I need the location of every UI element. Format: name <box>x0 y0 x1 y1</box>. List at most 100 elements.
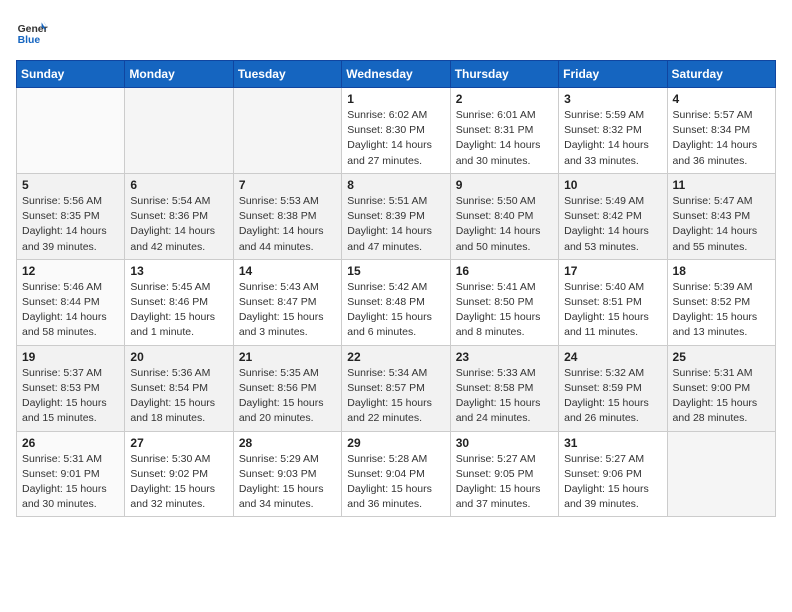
day-number: 15 <box>347 264 444 278</box>
calendar-cell: 25Sunrise: 5:31 AM Sunset: 9:00 PM Dayli… <box>667 345 775 431</box>
weekday-header-thursday: Thursday <box>450 61 558 88</box>
day-info: Sunrise: 5:57 AM Sunset: 8:34 PM Dayligh… <box>673 108 770 169</box>
day-number: 30 <box>456 436 553 450</box>
day-info: Sunrise: 5:39 AM Sunset: 8:52 PM Dayligh… <box>673 280 770 341</box>
day-number: 2 <box>456 92 553 106</box>
weekday-header-friday: Friday <box>559 61 667 88</box>
day-info: Sunrise: 5:37 AM Sunset: 8:53 PM Dayligh… <box>22 366 119 427</box>
day-number: 14 <box>239 264 336 278</box>
calendar-cell: 31 Sunrise: 5:27 AM Sunset: 9:06 PM Dayli… <box>559 431 667 517</box>
calendar-cell: 11 Sunrise: 5:47 AM Sunset: 8:43 PM Dayli… <box>667 173 775 259</box>
day-number: 18 <box>673 264 770 278</box>
calendar-cell: 27 Sunrise: 5:30 AM Sunset: 9:02 PM Dayli… <box>125 431 233 517</box>
day-info: Sunrise: 5:46 AM Sunset: 8:44 PM Dayligh… <box>22 280 119 341</box>
day-info: Sunrise: 6:01 AM Sunset: 8:31 PM Dayligh… <box>456 108 553 169</box>
day-info: Sunrise: 5:30 AM Sunset: 9:02 PM Dayligh… <box>130 452 227 513</box>
calendar-cell: 30 Sunrise: 5:27 AM Sunset: 9:05 PM Dayli… <box>450 431 558 517</box>
logo-icon: General Blue <box>16 16 48 48</box>
day-info: Sunrise: 5:47 AM Sunset: 8:43 PM Dayligh… <box>673 194 770 255</box>
calendar-cell: 8 Sunrise: 5:51 AM Sunset: 8:39 PM Daylig… <box>342 173 450 259</box>
calendar-cell: 2 Sunrise: 6:01 AM Sunset: 8:31 PM Daylig… <box>450 88 558 174</box>
calendar-cell: 1Sunrise: 6:02 AM Sunset: 8:30 PM Daylig… <box>342 88 450 174</box>
day-number: 27 <box>130 436 227 450</box>
weekday-header-monday: Monday <box>125 61 233 88</box>
day-number: 25 <box>673 350 770 364</box>
calendar-cell: 12Sunrise: 5:46 AM Sunset: 8:44 PM Dayli… <box>17 259 125 345</box>
day-number: 4 <box>673 92 770 106</box>
day-info: Sunrise: 5:31 AM Sunset: 9:01 PM Dayligh… <box>22 452 119 513</box>
calendar-cell <box>125 88 233 174</box>
day-number: 28 <box>239 436 336 450</box>
svg-text:Blue: Blue <box>18 35 41 46</box>
day-number: 20 <box>130 350 227 364</box>
day-number: 24 <box>564 350 661 364</box>
day-info: Sunrise: 5:36 AM Sunset: 8:54 PM Dayligh… <box>130 366 227 427</box>
day-number: 16 <box>456 264 553 278</box>
calendar-table: SundayMondayTuesdayWednesdayThursdayFrid… <box>16 60 776 517</box>
calendar-cell: 9 Sunrise: 5:50 AM Sunset: 8:40 PM Daylig… <box>450 173 558 259</box>
calendar-cell: 21 Sunrise: 5:35 AM Sunset: 8:56 PM Dayli… <box>233 345 341 431</box>
day-number: 10 <box>564 178 661 192</box>
logo: General Blue <box>16 16 52 48</box>
calendar-cell: 22 Sunrise: 5:34 AM Sunset: 8:57 PM Dayli… <box>342 345 450 431</box>
calendar-cell: 20 Sunrise: 5:36 AM Sunset: 8:54 PM Dayli… <box>125 345 233 431</box>
calendar-cell: 23Sunrise: 5:33 AM Sunset: 8:58 PM Dayli… <box>450 345 558 431</box>
calendar-cell: 10 Sunrise: 5:49 AM Sunset: 8:42 PM Dayli… <box>559 173 667 259</box>
day-number: 17 <box>564 264 661 278</box>
weekday-header-wednesday: Wednesday <box>342 61 450 88</box>
day-info: Sunrise: 5:53 AM Sunset: 8:38 PM Dayligh… <box>239 194 336 255</box>
day-info: Sunrise: 5:32 AM Sunset: 8:59 PM Dayligh… <box>564 366 661 427</box>
day-info: Sunrise: 5:28 AM Sunset: 9:04 PM Dayligh… <box>347 452 444 513</box>
day-number: 23 <box>456 350 553 364</box>
calendar-cell: 28 Sunrise: 5:29 AM Sunset: 9:03 PM Dayli… <box>233 431 341 517</box>
day-number: 5 <box>22 178 119 192</box>
day-info: Sunrise: 5:27 AM Sunset: 9:05 PM Dayligh… <box>456 452 553 513</box>
day-info: Sunrise: 5:49 AM Sunset: 8:42 PM Dayligh… <box>564 194 661 255</box>
day-number: 7 <box>239 178 336 192</box>
day-number: 29 <box>347 436 444 450</box>
day-number: 21 <box>239 350 336 364</box>
weekday-header-saturday: Saturday <box>667 61 775 88</box>
day-number: 31 <box>564 436 661 450</box>
calendar-cell: 24 Sunrise: 5:32 AM Sunset: 8:59 PM Dayli… <box>559 345 667 431</box>
day-info: Sunrise: 5:35 AM Sunset: 8:56 PM Dayligh… <box>239 366 336 427</box>
day-number: 8 <box>347 178 444 192</box>
calendar-cell: 3Sunrise: 5:59 AM Sunset: 8:32 PM Daylig… <box>559 88 667 174</box>
calendar-week-row: 1Sunrise: 6:02 AM Sunset: 8:30 PM Daylig… <box>17 88 776 174</box>
calendar-cell: 17 Sunrise: 5:40 AM Sunset: 8:51 PM Dayli… <box>559 259 667 345</box>
calendar-cell <box>667 431 775 517</box>
page-header: General Blue <box>16 16 776 48</box>
calendar-week-row: 12Sunrise: 5:46 AM Sunset: 8:44 PM Dayli… <box>17 259 776 345</box>
calendar-cell: 13 Sunrise: 5:45 AM Sunset: 8:46 PM Dayli… <box>125 259 233 345</box>
calendar-cell <box>233 88 341 174</box>
day-number: 19 <box>22 350 119 364</box>
calendar-week-row: 26 Sunrise: 5:31 AM Sunset: 9:01 PM Dayli… <box>17 431 776 517</box>
day-info: Sunrise: 5:41 AM Sunset: 8:50 PM Dayligh… <box>456 280 553 341</box>
calendar-cell: 16 Sunrise: 5:41 AM Sunset: 8:50 PM Dayli… <box>450 259 558 345</box>
day-info: Sunrise: 5:45 AM Sunset: 8:46 PM Dayligh… <box>130 280 227 341</box>
day-info: Sunrise: 5:29 AM Sunset: 9:03 PM Dayligh… <box>239 452 336 513</box>
day-info: Sunrise: 5:51 AM Sunset: 8:39 PM Dayligh… <box>347 194 444 255</box>
day-number: 13 <box>130 264 227 278</box>
day-info: Sunrise: 5:56 AM Sunset: 8:35 PM Dayligh… <box>22 194 119 255</box>
calendar-cell: 18 Sunrise: 5:39 AM Sunset: 8:52 PM Dayli… <box>667 259 775 345</box>
calendar-cell: 5 Sunrise: 5:56 AM Sunset: 8:35 PM Daylig… <box>17 173 125 259</box>
day-number: 1 <box>347 92 444 106</box>
day-info: Sunrise: 5:27 AM Sunset: 9:06 PM Dayligh… <box>564 452 661 513</box>
day-number: 26 <box>22 436 119 450</box>
day-info: Sunrise: 5:50 AM Sunset: 8:40 PM Dayligh… <box>456 194 553 255</box>
calendar-week-row: 5 Sunrise: 5:56 AM Sunset: 8:35 PM Daylig… <box>17 173 776 259</box>
day-info: Sunrise: 5:40 AM Sunset: 8:51 PM Dayligh… <box>564 280 661 341</box>
day-number: 22 <box>347 350 444 364</box>
calendar-cell: 4 Sunrise: 5:57 AM Sunset: 8:34 PM Daylig… <box>667 88 775 174</box>
day-info: Sunrise: 5:43 AM Sunset: 8:47 PM Dayligh… <box>239 280 336 341</box>
day-number: 11 <box>673 178 770 192</box>
weekday-header-row: SundayMondayTuesdayWednesdayThursdayFrid… <box>17 61 776 88</box>
day-number: 9 <box>456 178 553 192</box>
day-info: Sunrise: 5:34 AM Sunset: 8:57 PM Dayligh… <box>347 366 444 427</box>
calendar-cell: 6Sunrise: 5:54 AM Sunset: 8:36 PM Daylig… <box>125 173 233 259</box>
calendar-cell: 14 Sunrise: 5:43 AM Sunset: 8:47 PM Dayli… <box>233 259 341 345</box>
day-info: Sunrise: 5:54 AM Sunset: 8:36 PM Dayligh… <box>130 194 227 255</box>
calendar-cell: 15Sunrise: 5:42 AM Sunset: 8:48 PM Dayli… <box>342 259 450 345</box>
calendar-cell <box>17 88 125 174</box>
